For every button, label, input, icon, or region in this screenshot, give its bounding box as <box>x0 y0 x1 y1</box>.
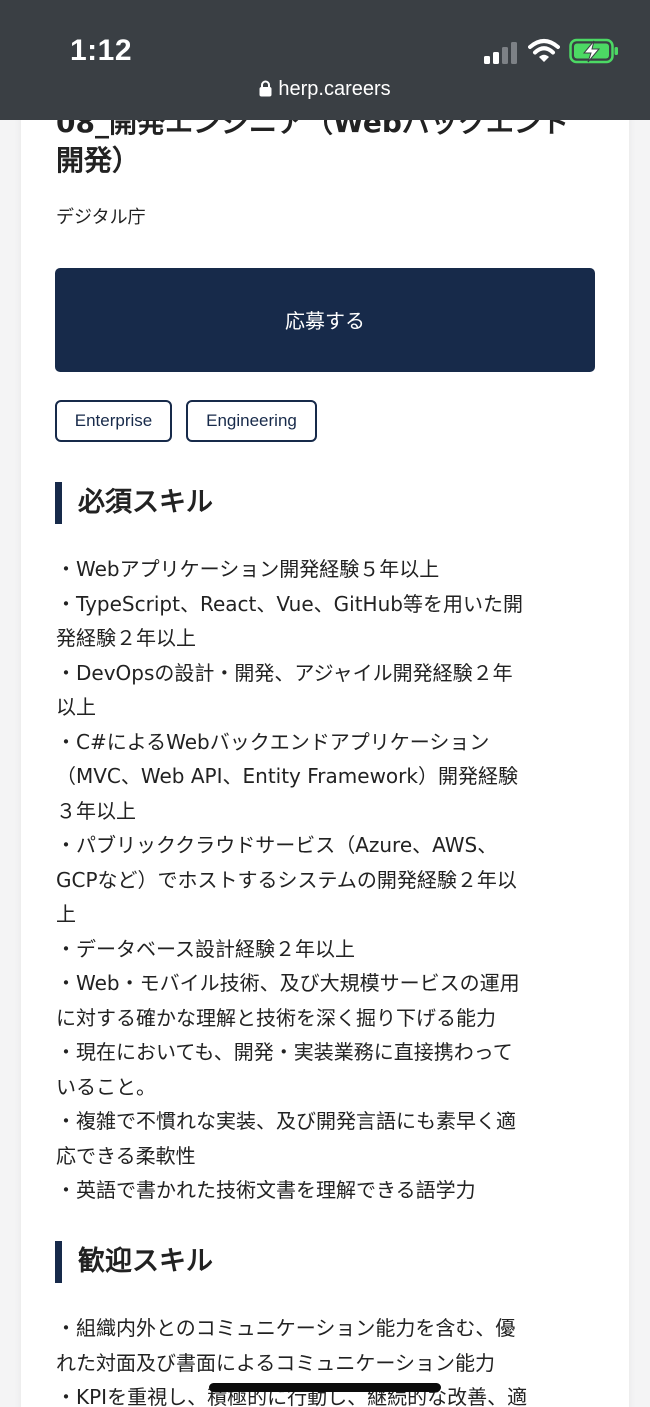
welcome-skills-list: ・組織内外とのコミュニケーション能力を含む、優 れた対面及び書面によるコミュニケー… <box>56 1311 596 1407</box>
signal-icon <box>484 40 520 64</box>
skill-line: ・英語で書かれた技術文書を理解できる語学力 <box>56 1178 476 1202</box>
skill-line: 発経験２年以上 <box>56 626 196 650</box>
skill-line: GCPなど）でホストするシステムの開発経験２年以 <box>56 867 517 892</box>
skill-line: ・C#によるWebバックエンドアプリケーション <box>56 729 490 754</box>
skill-line: ・パブリッククラウドサービス（Azure、AWS、 <box>56 833 498 857</box>
status-time: 1:12 <box>70 34 133 67</box>
skill-line: れた対面及び書面によるコミュニケーション能力 <box>56 1350 495 1375</box>
organization-name: デジタル庁 <box>56 207 146 228</box>
battery-charging-icon <box>569 38 618 64</box>
skill-line: ・DevOpsの設計・開発、アジャイル開発経験２年 <box>56 660 513 685</box>
skill-line: ・データベース設計経験２年以上 <box>56 936 355 961</box>
skill-line: ３年以上 <box>56 798 136 823</box>
skill-line: ・Webアプリケーション開発経験５年以上 <box>56 557 440 581</box>
home-indicator[interactable] <box>209 1383 441 1392</box>
wifi-icon <box>528 39 560 62</box>
apply-button[interactable]: 応募する <box>55 268 595 372</box>
url-text: herp.careers <box>278 78 391 100</box>
skill-line: ・現在においても、開発・実装業務に直接携わって <box>56 1040 513 1064</box>
browser-top-bar: 1:12 herp.careers <box>0 0 650 120</box>
skill-line: ・複雑で不慣れな実装、及び開発言語にも素早く適 <box>56 1109 516 1133</box>
screen: 08_開発エンジニア（Webバックエンド 開発） デジタル庁 応募する Enter… <box>0 0 650 1407</box>
tag-enterprise[interactable]: Enterprise <box>55 400 172 442</box>
skill-line: ・Web・モバイル技術、及び大規模サービスの運用 <box>56 971 520 995</box>
skill-line: いること。 <box>56 1074 156 1099</box>
address-bar[interactable]: herp.careers <box>0 78 650 101</box>
skill-line: ・TypeScript、React、Vue、GitHub等を用いた開 <box>56 591 523 616</box>
section-heading-required-skills: 必須スキル <box>55 482 213 524</box>
required-skills-list: ・Webアプリケーション開発経験５年以上・TypeScript、React、Vu… <box>56 552 596 1208</box>
section-heading-welcome-skills: 歓迎スキル <box>55 1241 213 1283</box>
skill-line: 上 <box>56 902 76 926</box>
skill-line: （MVC、Web API、Entity Framework）開発経験 <box>56 764 518 788</box>
skill-line: 応できる柔軟性 <box>56 1143 196 1168</box>
skill-line: ・組織内外とのコミュニケーション能力を含む、優 <box>56 1316 516 1340</box>
job-title-line-2: 開発） <box>56 144 141 177</box>
skill-line: に対する確かな理解と技術を深く掘り下げる能力 <box>56 1005 496 1030</box>
skill-line: 以上 <box>56 695 96 719</box>
lock-icon <box>259 80 272 97</box>
tag-engineering[interactable]: Engineering <box>186 400 317 442</box>
